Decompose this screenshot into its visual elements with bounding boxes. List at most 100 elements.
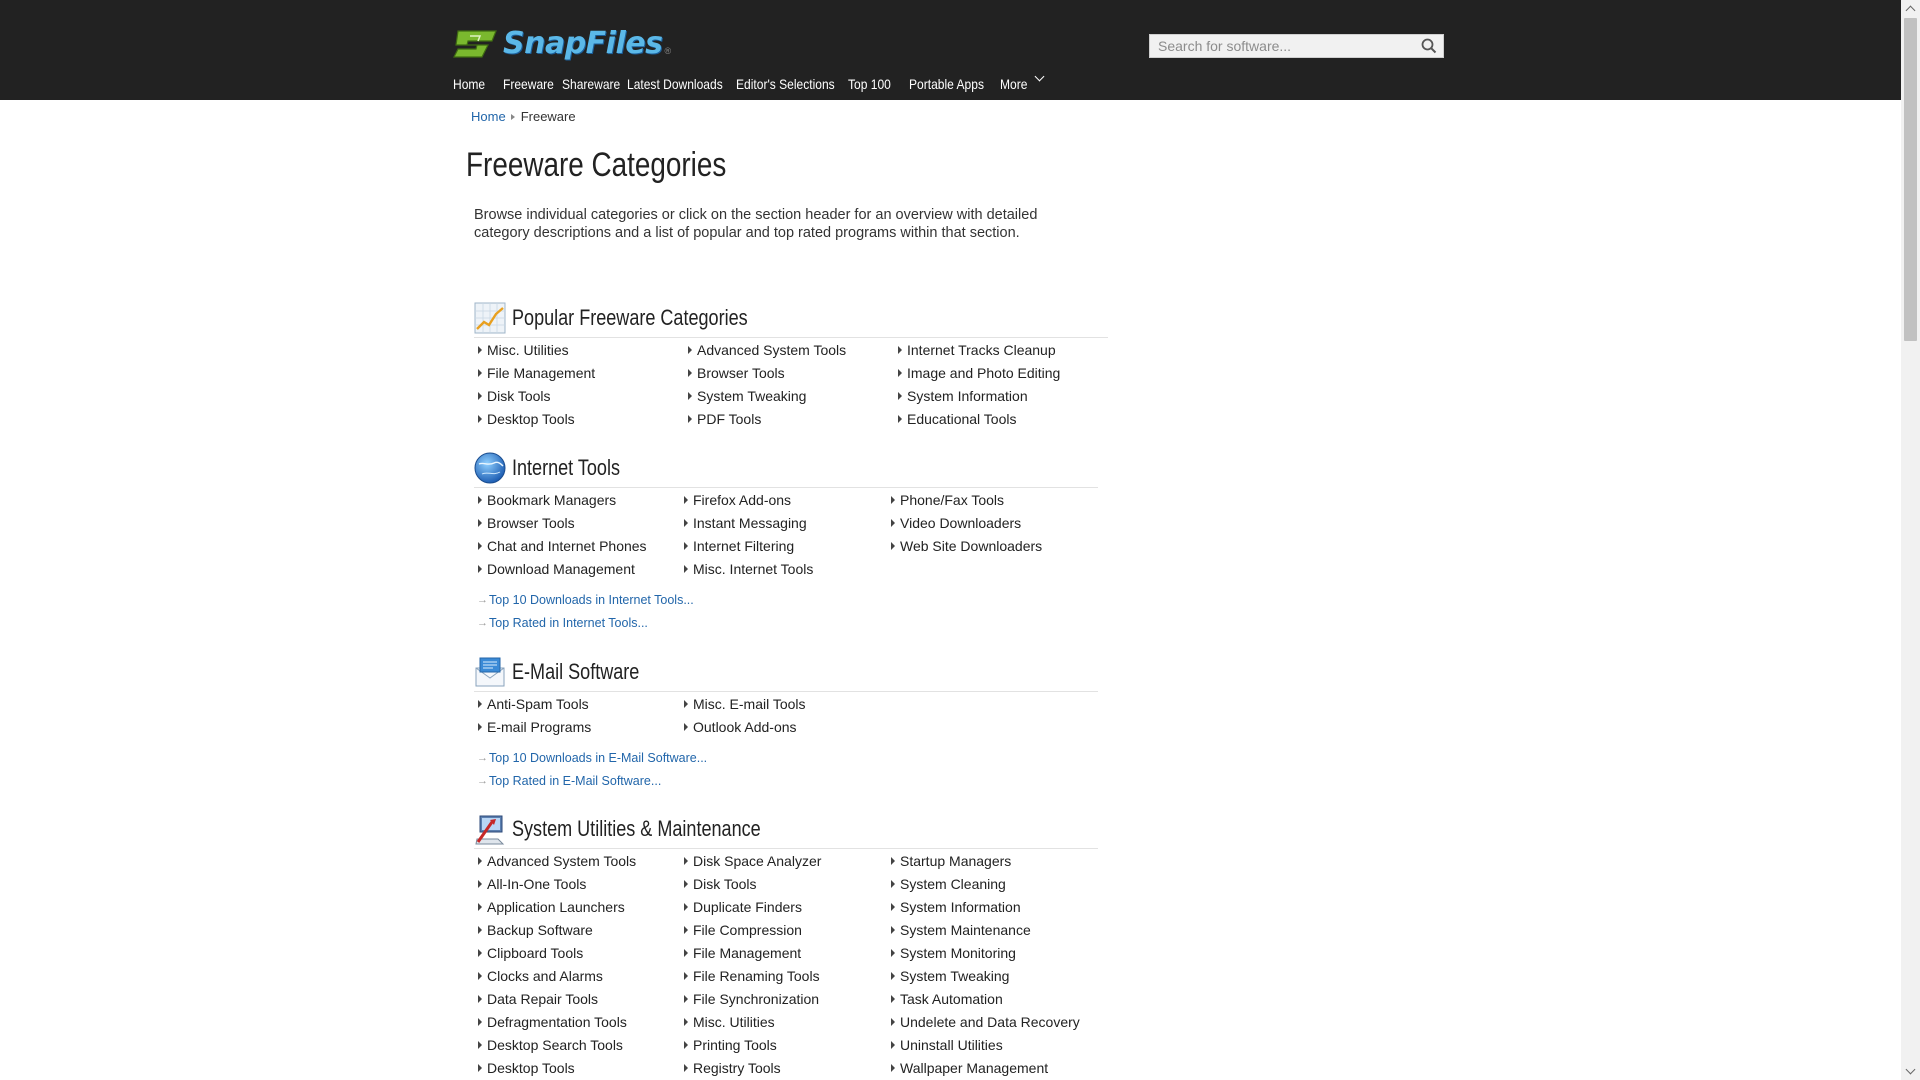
category-link[interactable]: Uninstall Utilities bbox=[900, 1037, 1003, 1053]
category-link[interactable]: Video Downloaders bbox=[900, 515, 1021, 531]
category-link[interactable]: File Management bbox=[693, 945, 801, 961]
category-link[interactable]: Registry Tools bbox=[693, 1060, 781, 1076]
category-item[interactable]: Internet Tracks Cleanup bbox=[894, 338, 1060, 361]
category-link[interactable]: Misc. Internet Tools bbox=[693, 561, 813, 577]
category-item[interactable]: Web Site Downloaders bbox=[887, 534, 1042, 557]
category-link[interactable]: Bookmark Managers bbox=[487, 492, 616, 508]
section-title[interactable]: E-Mail Software bbox=[512, 659, 639, 685]
scroll-up-arrow-icon[interactable] bbox=[1901, 0, 1920, 17]
nav-more[interactable]: More bbox=[1000, 71, 1045, 98]
top-rated-link[interactable]: Top Rated in E-Mail Software... bbox=[489, 774, 661, 788]
category-link[interactable]: System Cleaning bbox=[900, 876, 1006, 892]
category-item[interactable]: Desktop Search Tools bbox=[474, 1033, 636, 1056]
category-link[interactable]: Task Automation bbox=[900, 991, 1003, 1007]
category-link[interactable]: Instant Messaging bbox=[693, 515, 807, 531]
category-item[interactable]: Outlook Add-ons bbox=[680, 715, 806, 738]
category-item[interactable]: Bookmark Managers bbox=[474, 488, 647, 511]
category-link[interactable]: PDF Tools bbox=[697, 411, 761, 427]
category-item[interactable]: Clipboard Tools bbox=[474, 941, 636, 964]
category-link[interactable]: Misc. Utilities bbox=[487, 342, 569, 358]
category-link[interactable]: Defragmentation Tools bbox=[487, 1014, 627, 1030]
category-link[interactable]: Disk Space Analyzer bbox=[693, 853, 821, 869]
category-item[interactable]: Firefox Add-ons bbox=[680, 488, 813, 511]
category-link[interactable]: Chat and Internet Phones bbox=[487, 538, 647, 554]
category-item[interactable]: Misc. E-mail Tools bbox=[680, 692, 806, 715]
category-link[interactable]: Browser Tools bbox=[697, 365, 785, 381]
section-title[interactable]: Popular Freeware Categories bbox=[512, 305, 748, 331]
nav-home[interactable]: Home bbox=[453, 76, 485, 98]
category-item[interactable]: File Compression bbox=[680, 918, 821, 941]
category-item[interactable]: Disk Tools bbox=[474, 384, 595, 407]
category-item[interactable]: Download Management bbox=[474, 557, 647, 580]
category-item[interactable]: Internet Filtering bbox=[680, 534, 813, 557]
category-item[interactable]: Backup Software bbox=[474, 918, 636, 941]
nav-latest-downloads[interactable]: Latest Downloads bbox=[627, 76, 723, 98]
category-item[interactable]: Registry Tools bbox=[680, 1056, 821, 1079]
category-item[interactable]: Image and Photo Editing bbox=[894, 361, 1060, 384]
search-icon[interactable] bbox=[1421, 38, 1437, 54]
category-link[interactable]: System Monitoring bbox=[900, 945, 1016, 961]
category-item[interactable]: Browser Tools bbox=[474, 511, 647, 534]
category-link[interactable]: Firefox Add-ons bbox=[693, 492, 791, 508]
section-title[interactable]: Internet Tools bbox=[512, 455, 620, 481]
category-link[interactable]: Misc. E-mail Tools bbox=[693, 696, 806, 712]
category-item[interactable]: Printing Tools bbox=[680, 1033, 821, 1056]
nav-portable-apps[interactable]: Portable Apps bbox=[909, 76, 984, 98]
category-link[interactable]: Advanced System Tools bbox=[487, 853, 636, 869]
category-item[interactable]: Disk Tools bbox=[680, 872, 821, 895]
category-link[interactable]: Undelete and Data Recovery bbox=[900, 1014, 1080, 1030]
category-item[interactable]: Application Launchers bbox=[474, 895, 636, 918]
category-link[interactable]: Disk Tools bbox=[487, 388, 551, 404]
category-link[interactable]: Desktop Search Tools bbox=[487, 1037, 623, 1053]
category-item[interactable]: Educational Tools bbox=[894, 407, 1060, 430]
category-link[interactable]: Advanced System Tools bbox=[697, 342, 846, 358]
category-link[interactable]: System Information bbox=[907, 388, 1028, 404]
category-link[interactable]: Desktop Tools bbox=[487, 411, 575, 427]
category-link[interactable]: Phone/Fax Tools bbox=[900, 492, 1004, 508]
category-link[interactable]: Disk Tools bbox=[693, 876, 757, 892]
category-link[interactable]: E-mail Programs bbox=[487, 719, 591, 735]
category-link[interactable]: Clipboard Tools bbox=[487, 945, 583, 961]
category-link[interactable]: File Compression bbox=[693, 922, 802, 938]
category-item[interactable]: System Maintenance bbox=[887, 918, 1080, 941]
category-item[interactable]: Phone/Fax Tools bbox=[887, 488, 1042, 511]
category-link[interactable]: Desktop Tools bbox=[487, 1060, 575, 1076]
category-item[interactable]: Duplicate Finders bbox=[680, 895, 821, 918]
category-item[interactable]: Undelete and Data Recovery bbox=[887, 1010, 1080, 1033]
category-item[interactable]: Desktop Tools bbox=[474, 407, 595, 430]
category-item[interactable]: Anti-Spam Tools bbox=[474, 692, 591, 715]
category-link[interactable]: Backup Software bbox=[487, 922, 593, 938]
category-link[interactable]: Wallpaper Management bbox=[900, 1060, 1048, 1076]
category-item[interactable]: Uninstall Utilities bbox=[887, 1033, 1080, 1056]
category-item[interactable]: Chat and Internet Phones bbox=[474, 534, 647, 557]
category-item[interactable]: Browser Tools bbox=[684, 361, 846, 384]
top-downloads-link[interactable]: Top 10 Downloads in E-Mail Software... bbox=[489, 751, 707, 765]
category-link[interactable]: File Synchronization bbox=[693, 991, 819, 1007]
category-item[interactable]: Misc. Utilities bbox=[474, 338, 595, 361]
category-item[interactable]: File Synchronization bbox=[680, 987, 821, 1010]
category-item[interactable]: Wallpaper Management bbox=[887, 1056, 1080, 1079]
category-item[interactable]: Startup Managers bbox=[887, 849, 1080, 872]
category-item[interactable]: All-In-One Tools bbox=[474, 872, 636, 895]
category-item[interactable]: Misc. Utilities bbox=[680, 1010, 821, 1033]
category-link[interactable]: Anti-Spam Tools bbox=[487, 696, 589, 712]
category-link[interactable]: Outlook Add-ons bbox=[693, 719, 797, 735]
breadcrumb-home[interactable]: Home bbox=[471, 109, 506, 124]
category-item[interactable]: Video Downloaders bbox=[887, 511, 1042, 534]
category-item[interactable]: File Management bbox=[474, 361, 595, 384]
category-link[interactable]: Clocks and Alarms bbox=[487, 968, 603, 984]
category-link[interactable]: Browser Tools bbox=[487, 515, 575, 531]
category-link[interactable]: System Tweaking bbox=[900, 968, 1009, 984]
section-title[interactable]: System Utilities & Maintenance bbox=[512, 816, 761, 842]
search-input[interactable] bbox=[1150, 35, 1424, 57]
nav-freeware[interactable]: Freeware bbox=[503, 76, 554, 98]
category-link[interactable]: Misc. Utilities bbox=[693, 1014, 775, 1030]
category-link[interactable]: File Renaming Tools bbox=[693, 968, 820, 984]
category-link[interactable]: Duplicate Finders bbox=[693, 899, 802, 915]
snapfiles-logo[interactable]: SnapFiles ® bbox=[452, 26, 671, 61]
category-item[interactable]: Clocks and Alarms bbox=[474, 964, 636, 987]
category-item[interactable]: Disk Space Analyzer bbox=[680, 849, 821, 872]
category-item[interactable]: File Renaming Tools bbox=[680, 964, 821, 987]
category-link[interactable]: Image and Photo Editing bbox=[907, 365, 1060, 381]
category-item[interactable]: System Tweaking bbox=[887, 964, 1080, 987]
